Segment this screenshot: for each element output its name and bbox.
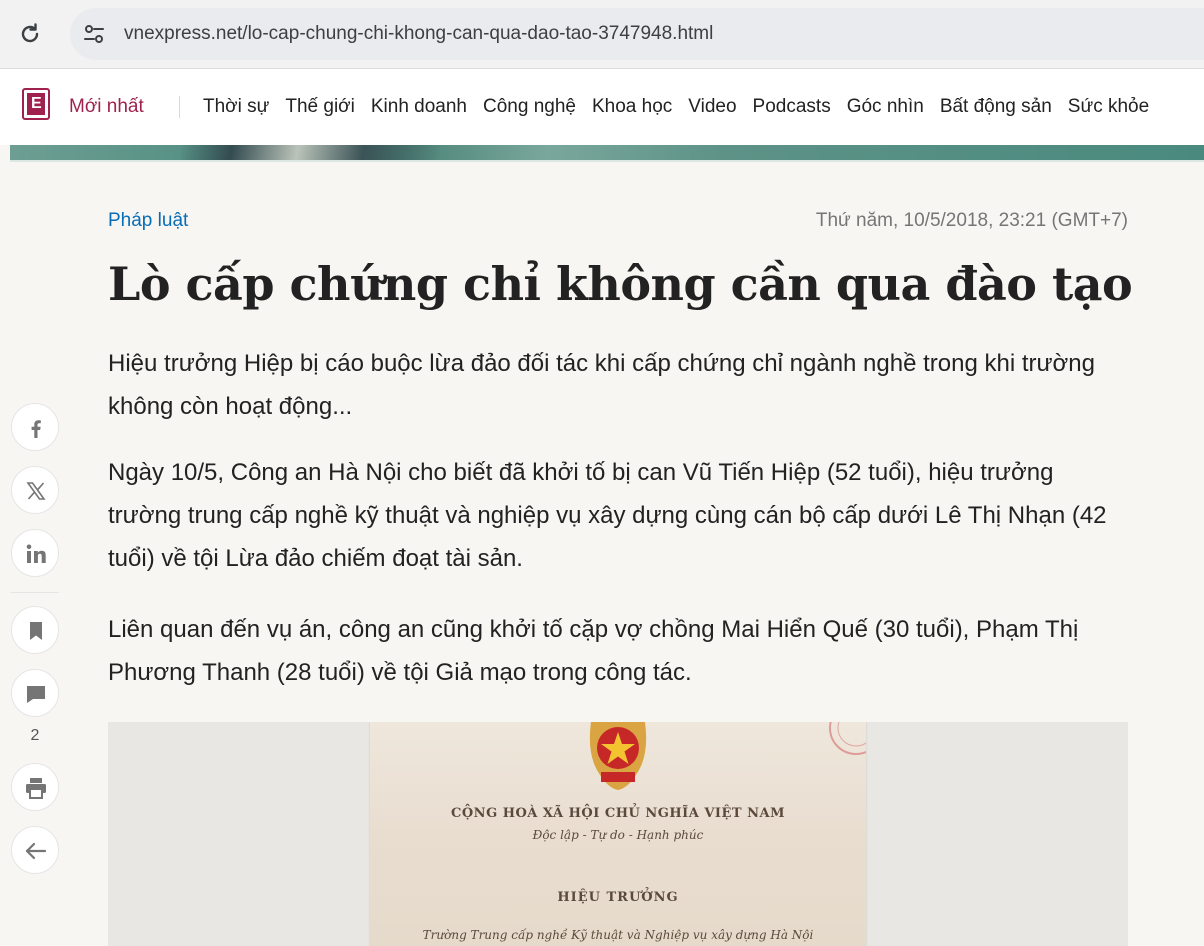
reload-icon[interactable] bbox=[16, 20, 44, 48]
nav-item-the-gioi[interactable]: Thế giới bbox=[285, 96, 355, 117]
nav-item-cong-nghe[interactable]: Công nghệ bbox=[483, 96, 576, 117]
share-divider bbox=[11, 592, 59, 593]
nav-item-bat-dong-san[interactable]: Bất động sản bbox=[940, 96, 1052, 117]
nav-item-khoa-hoc[interactable]: Khoa học bbox=[592, 96, 672, 117]
banner-image-strip bbox=[10, 145, 1204, 162]
nav-latest-link[interactable]: Mới nhất bbox=[69, 95, 144, 119]
linkedin-icon bbox=[26, 544, 46, 563]
nav-item-podcasts[interactable]: Podcasts bbox=[753, 96, 831, 117]
share-x-button[interactable] bbox=[11, 466, 59, 514]
url-text[interactable]: vnexpress.net/lo-cap-chung-chi-khong-can… bbox=[124, 22, 713, 46]
site-info-icon[interactable] bbox=[82, 22, 106, 46]
back-button[interactable] bbox=[11, 826, 59, 874]
article-image[interactable]: CỘNG HOÀ XÃ HỘI CHỦ NGHĨA VIỆT NAM Độc l… bbox=[108, 722, 1128, 946]
facebook-icon bbox=[31, 420, 41, 438]
nav-item-suc-khoe[interactable]: Sức khỏe bbox=[1068, 96, 1149, 117]
address-bar[interactable]: vnexpress.net/lo-cap-chung-chi-khong-can… bbox=[70, 8, 1204, 60]
article-title: Lò cấp chứng chỉ không cần qua đào tạo bbox=[108, 257, 1133, 311]
share-facebook-button[interactable] bbox=[11, 403, 59, 451]
red-stamp-mark bbox=[829, 722, 866, 755]
nav-item-thoi-su[interactable]: Thời sự bbox=[203, 96, 269, 117]
article-paragraph: Ngày 10/5, Công an Hà Nội cho biết đã kh… bbox=[108, 459, 1107, 572]
article-datetime: Thứ năm, 10/5/2018, 23:21 (GMT+7) bbox=[815, 210, 1128, 231]
print-icon bbox=[26, 778, 46, 799]
browser-toolbar: vnexpress.net/lo-cap-chung-chi-khong-can… bbox=[0, 0, 1204, 69]
save-article-button[interactable] bbox=[11, 606, 59, 654]
arrow-left-icon bbox=[25, 842, 47, 860]
share-linkedin-button[interactable] bbox=[11, 529, 59, 577]
certificate-motto: Độc lập - Tự do - Hạnh phúc bbox=[532, 828, 704, 842]
vnexpress-logo-icon[interactable]: E bbox=[22, 88, 50, 120]
nav-divider bbox=[179, 96, 180, 118]
article-category-link[interactable]: Pháp luật bbox=[108, 209, 188, 233]
nav-menu: Thời sự Thế giới Kinh doanh Công nghệ Khoa h… bbox=[203, 95, 1165, 119]
national-emblem-icon bbox=[589, 722, 647, 790]
nav-item-kinh-doanh[interactable]: Kinh doanh bbox=[371, 96, 467, 117]
nav-item-video[interactable]: Video bbox=[688, 96, 736, 117]
comment-icon bbox=[27, 686, 45, 703]
nav-item-goc-nhin[interactable]: Góc nhìn bbox=[847, 96, 924, 117]
certificate-photo: CỘNG HOÀ XÃ HỘI CHỦ NGHĨA VIỆT NAM Độc l… bbox=[370, 722, 866, 946]
x-icon bbox=[26, 482, 46, 500]
print-button[interactable] bbox=[11, 763, 59, 811]
article-paragraph: Liên quan đến vụ án, công an cũng khởi t… bbox=[108, 616, 1079, 686]
certificate-country: CỘNG HOÀ XÃ HỘI CHỦ NGHĨA VIỆT NAM bbox=[451, 806, 785, 821]
certificate-role: HIỆU TRƯỞNG bbox=[557, 890, 679, 905]
bookmark-icon bbox=[30, 622, 42, 640]
comment-count: 2 bbox=[30, 727, 40, 744]
site-navigation: E Mới nhất Thời sự Thế giới Kinh doanh Công… bbox=[0, 69, 1204, 145]
article-lead: Hiệu trưởng Hiệp bị cáo buộc lừa đảo đối… bbox=[108, 350, 1095, 420]
certificate-school: Trường Trung cấp nghề Kỹ thuật và Nghiệp… bbox=[422, 928, 814, 942]
comment-button[interactable] bbox=[11, 669, 59, 717]
